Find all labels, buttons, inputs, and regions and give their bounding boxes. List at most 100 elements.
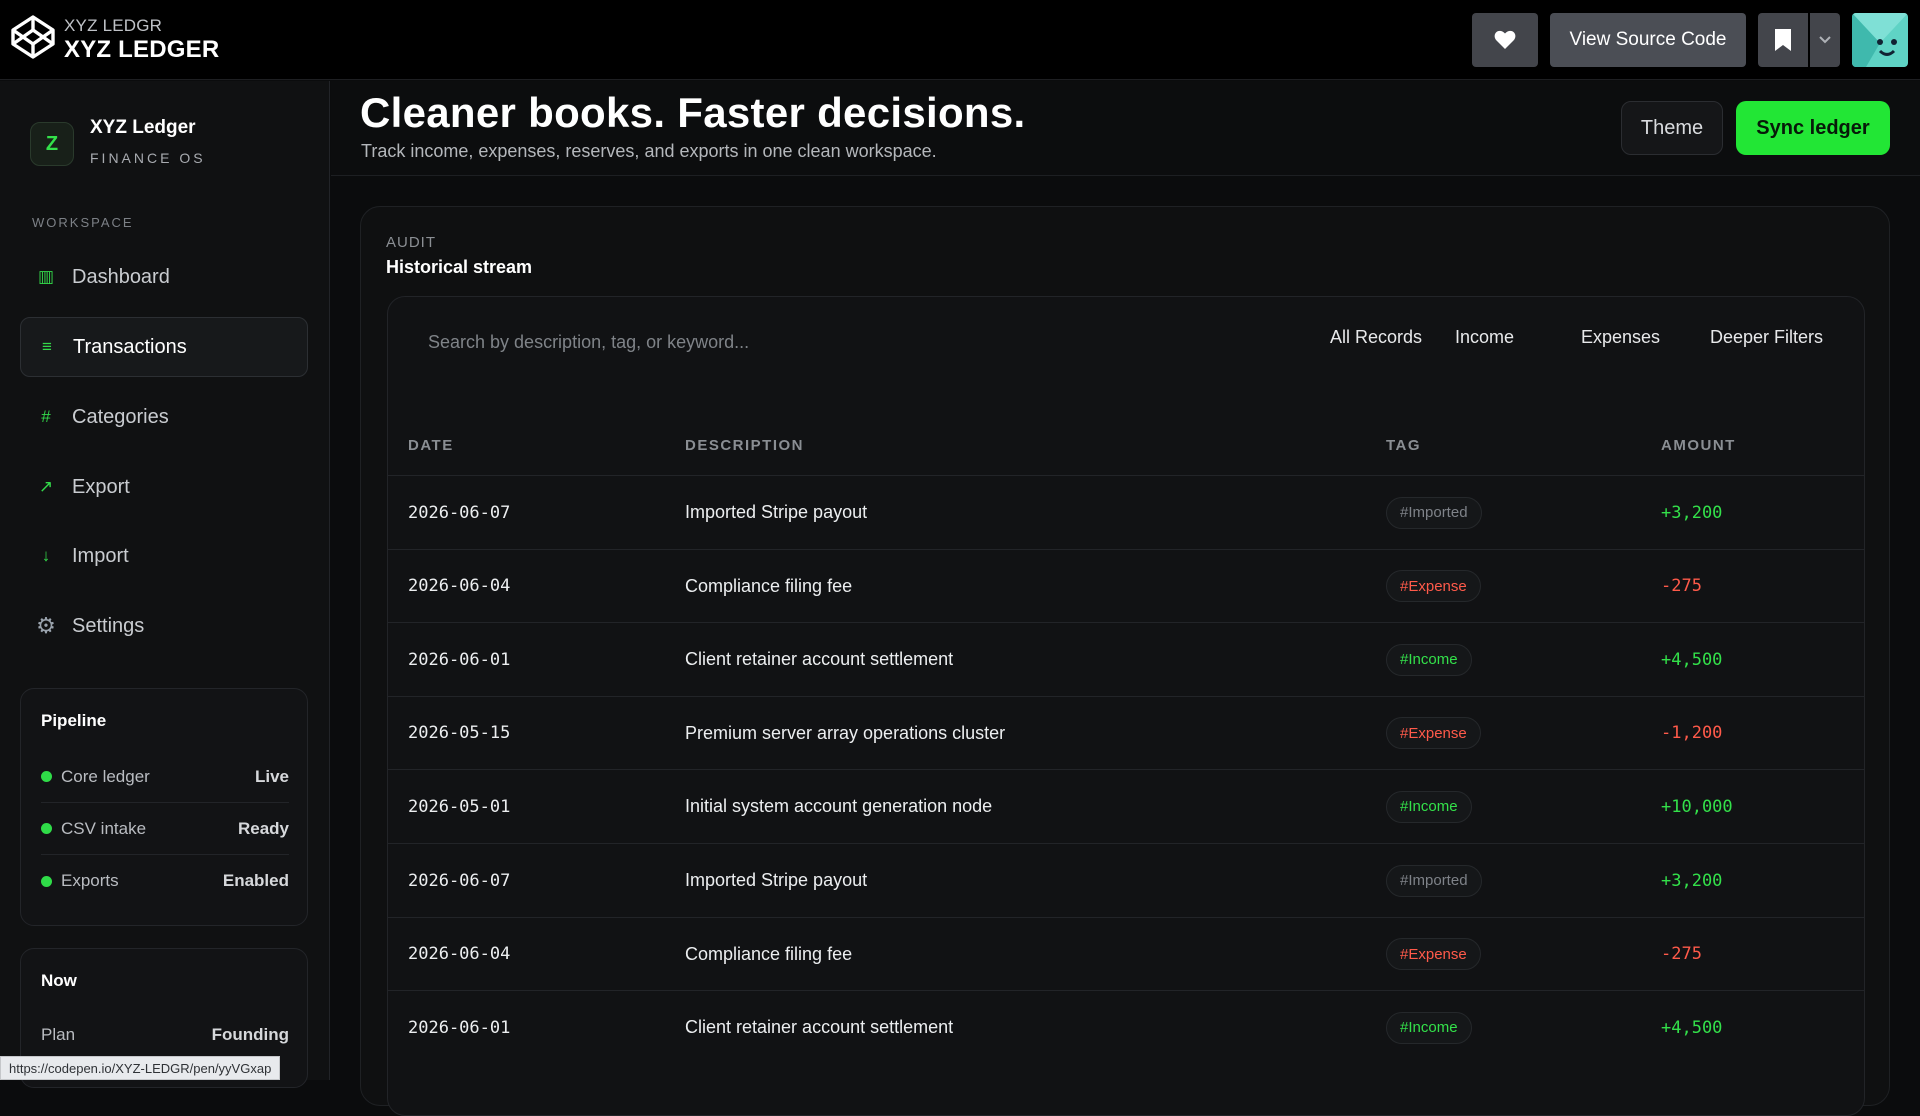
pipeline-row-csv-intake: CSV intake Ready xyxy=(41,803,289,855)
nav-item-settings[interactable]: ⚙ Settings xyxy=(20,596,308,656)
filter-expenses[interactable]: Expenses xyxy=(1581,327,1660,348)
filter-deeper-filters[interactable]: Deeper Filters xyxy=(1710,327,1823,348)
transactions-table-card: All Records Income Expenses Deeper Filte… xyxy=(387,296,1865,1116)
nav-label: Export xyxy=(72,475,130,498)
brand-subtitle: FINANCE OS xyxy=(90,150,206,166)
table-row[interactable]: 2026-05-01 Initial system account generat… xyxy=(388,769,1864,843)
pipeline-title: Pipeline xyxy=(41,711,107,730)
table-row[interactable]: 2026-06-04 Compliance filing fee #Expense -… xyxy=(388,916,1864,991)
pipeline-status: Enabled xyxy=(222,871,289,890)
row-date-cell: 2026-06-04 xyxy=(408,918,510,991)
view-source-button[interactable]: View Source Code xyxy=(1550,13,1746,67)
row-date-cell: 2026-06-07 xyxy=(408,476,510,549)
row-tag-badge-cell: #Expense xyxy=(1386,918,1481,991)
search-input[interactable] xyxy=(428,327,1028,357)
heart-icon xyxy=(1494,30,1516,49)
audit-label: AUDIT xyxy=(386,234,436,251)
pipeline-row-core-ledger: Core ledger Live xyxy=(41,751,289,803)
codepen-pen-title[interactable]: XYZ LEDGER xyxy=(64,36,219,64)
row-date: 2026-05-01 xyxy=(408,796,511,817)
column-header-amount[interactable]: AMOUNT xyxy=(1661,437,1736,454)
row-date: 2026-06-04 xyxy=(408,944,511,965)
now-title: Now xyxy=(41,971,77,990)
row-date: 2026-05-15 xyxy=(408,723,511,744)
table-row[interactable]: 2026-05-15 Premium server array operation… xyxy=(388,695,1864,770)
nav-item-categories[interactable]: # Categories xyxy=(20,387,308,447)
row-tag-badge-cell: #Income xyxy=(1386,623,1472,696)
row-description-cell: Compliance filing fee xyxy=(685,550,852,623)
row-amount-cell: -1,200 xyxy=(1661,697,1722,770)
table-row[interactable]: 2026-06-07 Imported Stripe payout #Importe… xyxy=(388,475,1864,549)
user-avatar[interactable] xyxy=(1852,13,1908,67)
chevron-down-icon xyxy=(1819,36,1831,44)
sync-ledger-button[interactable]: Sync ledger xyxy=(1736,101,1890,155)
row-tag-badge: #Expense xyxy=(1386,570,1481,603)
row-description-cell: Client retainer account settlement xyxy=(685,991,953,1064)
row-date: 2026-06-01 xyxy=(408,1017,511,1038)
nav-item-export[interactable]: ↗ Export xyxy=(20,457,308,517)
nav-item-transactions[interactable]: ≡ Transactions xyxy=(20,317,308,377)
gear-icon: ⚙ xyxy=(36,613,56,638)
row-amount: +4,500 xyxy=(1661,1017,1723,1038)
filter-income[interactable]: Income xyxy=(1455,327,1514,348)
arrow-down-icon: ↓ xyxy=(41,546,51,565)
brand-name: XYZ Ledger xyxy=(90,117,196,138)
row-tag-badge: #Imported xyxy=(1386,496,1482,529)
audit-title: Historical stream xyxy=(386,257,533,277)
hash-icon: # xyxy=(41,407,51,426)
column-header-date[interactable]: DATE xyxy=(408,437,454,454)
column-header-tag[interactable]: TAG xyxy=(1386,437,1421,454)
nav-item-dashboard[interactable]: ▥ Dashboard xyxy=(20,247,308,307)
page-title: Cleaner books. Faster decisions. xyxy=(360,89,1026,136)
status-dot-icon xyxy=(41,875,52,887)
bookmark-button[interactable] xyxy=(1758,13,1808,67)
list-icon: ≡ xyxy=(42,337,52,356)
row-amount-cell: +3,200 xyxy=(1661,476,1722,549)
row-date: 2026-06-04 xyxy=(408,576,511,597)
row-description: Client retainer account settlement xyxy=(685,649,954,670)
pipeline-label: Core ledger xyxy=(61,766,150,786)
row-amount-cell: -275 xyxy=(1661,550,1702,623)
avatar-face-icon xyxy=(1852,13,1908,67)
arrow-up-right-icon: ↗ xyxy=(38,477,54,496)
codepen-header: XYZ LEDGR XYZ LEDGER View Source Code xyxy=(0,0,1920,80)
row-description: Imported Stripe payout xyxy=(685,502,868,522)
row-tag-badge-cell: #Income xyxy=(1386,991,1472,1064)
row-tag-badge: #Expense xyxy=(1386,717,1481,750)
filter-all-records[interactable]: All Records xyxy=(1330,327,1422,348)
row-tag-badge-cell: #Imported xyxy=(1386,476,1482,549)
row-amount: -275 xyxy=(1661,944,1702,965)
nav-item-import[interactable]: ↓ Import xyxy=(20,526,308,586)
row-description: Initial system account generation node xyxy=(685,796,993,817)
workspace-label: WORKSPACE xyxy=(32,215,134,230)
sidebar: Z XYZ Ledger FINANCE OS WORKSPACE ▥ Dash… xyxy=(0,81,330,1088)
row-amount-cell: +4,500 xyxy=(1661,991,1722,1064)
row-date-cell: 2026-05-15 xyxy=(408,697,510,770)
codepen-logo-icon[interactable] xyxy=(10,14,56,60)
row-tag-badge-cell: #Expense xyxy=(1386,550,1481,623)
page-subtitle: Track income, expenses, reserves, and ex… xyxy=(361,141,937,161)
codepen-user-name[interactable]: XYZ LEDGR xyxy=(64,16,162,36)
row-description-cell: Initial system account generation node xyxy=(685,770,992,843)
nav-label: Import xyxy=(72,544,129,567)
row-date-cell: 2026-06-01 xyxy=(408,991,510,1064)
row-amount: -1,200 xyxy=(1661,723,1723,744)
pipeline-status: Live xyxy=(254,766,289,786)
pipeline-card: Pipeline Core ledger Live CSV intake Rea… xyxy=(20,688,308,926)
theme-button[interactable]: Theme xyxy=(1621,101,1723,155)
table-row[interactable]: 2026-06-01 Client retainer account settle… xyxy=(388,990,1864,1064)
table-row[interactable]: 2026-06-04 Compliance filing fee #Expense -… xyxy=(388,548,1864,623)
table-row[interactable]: 2026-06-07 Imported Stripe payout #Importe… xyxy=(388,843,1864,916)
row-amount: +3,200 xyxy=(1661,870,1723,891)
love-button[interactable] xyxy=(1472,13,1538,67)
pipeline-label: CSV intake xyxy=(61,818,147,838)
row-description-cell: Client retainer account settlement xyxy=(685,623,953,696)
bookmark-dropdown-button[interactable] xyxy=(1810,13,1840,67)
row-amount: +4,500 xyxy=(1661,649,1723,670)
row-amount-cell: -275 xyxy=(1661,918,1702,991)
column-header-description[interactable]: DESCRIPTION xyxy=(685,437,804,454)
plan-row: Plan Founding xyxy=(41,1009,289,1061)
row-description-cell: Compliance filing fee xyxy=(685,918,852,991)
table-row[interactable]: 2026-06-01 Client retainer account settle… xyxy=(388,622,1864,696)
plan-label: Plan xyxy=(41,1025,76,1044)
